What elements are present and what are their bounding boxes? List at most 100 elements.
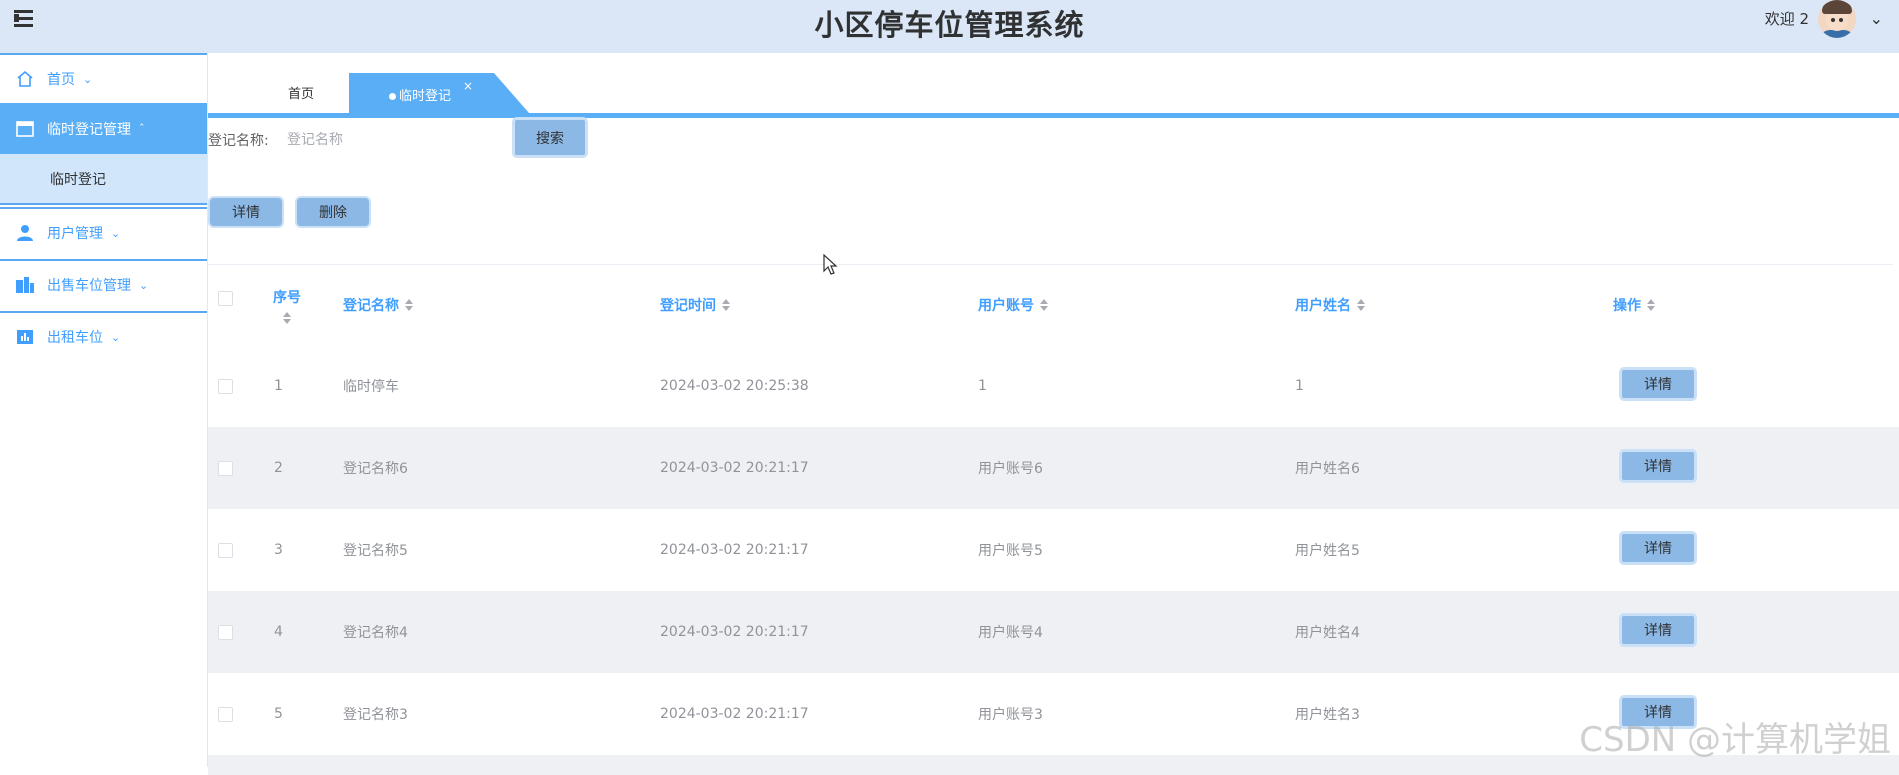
table-row: 1 临时停车 2024-03-02 20:25:38 1 1 详情 bbox=[208, 345, 1899, 427]
table-row: 3 登记名称5 2024-03-02 20:21:17 用户账号5 用户姓名5 … bbox=[208, 509, 1899, 591]
column-header-action[interactable]: 操作 bbox=[1613, 265, 1655, 345]
chart-icon bbox=[15, 327, 35, 347]
column-header-label: 用户账号 bbox=[978, 298, 1034, 314]
column-header-time[interactable]: 登记时间 bbox=[660, 265, 730, 345]
cell-username: 用户姓名5 bbox=[1295, 543, 1360, 559]
cell-index: 3 bbox=[274, 542, 283, 558]
cell-name: 登记名称5 bbox=[343, 543, 408, 559]
sidebar-item-label: 出租车位 bbox=[47, 330, 103, 346]
cell-index: 5 bbox=[274, 706, 283, 722]
sort-icon[interactable] bbox=[722, 299, 730, 311]
sidebar-item-sale-parking-mgmt[interactable]: 出售车位管理 ⌄ bbox=[0, 259, 207, 309]
top-header: 小区停车位管理系统 欢迎 2 ⌄ bbox=[0, 0, 1899, 53]
cell-account: 用户账号6 bbox=[978, 461, 1043, 477]
sidebar-item-home[interactable]: 首页 ⌄ bbox=[0, 53, 207, 103]
chevron-down-icon: ⌄ bbox=[111, 330, 121, 344]
cell-time: 2024-03-02 20:25:38 bbox=[660, 378, 809, 394]
table-row: 4 登记名称4 2024-03-02 20:21:17 用户账号4 用户姓名4 … bbox=[208, 591, 1899, 673]
column-header-label: 序号 bbox=[273, 289, 301, 306]
tab-home[interactable]: 首页 bbox=[288, 83, 314, 102]
row-detail-button[interactable]: 详情 bbox=[1619, 367, 1697, 401]
column-header-name[interactable]: 登记名称 bbox=[343, 265, 413, 345]
sidebar-item-user-mgmt[interactable]: 用户管理 ⌄ bbox=[0, 207, 207, 257]
search-input[interactable] bbox=[285, 124, 509, 156]
column-header-label: 登记名称 bbox=[343, 298, 399, 314]
chevron-down-icon: ⌄ bbox=[83, 72, 93, 86]
row-checkbox[interactable] bbox=[218, 707, 233, 722]
cell-time: 2024-03-02 20:21:17 bbox=[660, 460, 809, 476]
avatar[interactable] bbox=[1818, 0, 1856, 38]
cell-account: 用户账号4 bbox=[978, 625, 1043, 641]
tab-bar: 首页 临时登记 × bbox=[208, 53, 1899, 119]
folder-icon bbox=[15, 119, 35, 139]
detail-button[interactable]: 详情 bbox=[208, 196, 284, 228]
cell-username: 用户姓名4 bbox=[1295, 625, 1360, 641]
cell-name: 登记名称3 bbox=[343, 707, 408, 723]
sort-icon[interactable] bbox=[1647, 299, 1655, 311]
column-header-index[interactable]: 序号 bbox=[273, 265, 301, 345]
app-title: 小区停车位管理系统 bbox=[814, 8, 1085, 42]
sidebar-item-label: 临时登记管理 bbox=[47, 121, 131, 138]
sidebar-item-label: 用户管理 bbox=[47, 226, 103, 242]
search-button[interactable]: 搜索 bbox=[512, 117, 588, 158]
cell-name: 登记名称6 bbox=[343, 461, 408, 477]
sidebar: 首页 ⌄ 临时登记管理 ˆ 临时登记 用户管理 ⌄ 出售车位管理 ⌄ 出租车位 … bbox=[0, 53, 208, 767]
cell-username: 1 bbox=[1295, 378, 1304, 394]
sidebar-item-label: 出售车位管理 bbox=[47, 278, 131, 294]
cell-account: 用户账号5 bbox=[978, 543, 1043, 559]
column-header-label: 登记时间 bbox=[660, 298, 716, 314]
row-detail-button[interactable]: 详情 bbox=[1619, 449, 1697, 483]
cell-account: 用户账号3 bbox=[978, 707, 1043, 723]
sidebar-subitem-temp-registration[interactable]: 临时登记 bbox=[0, 154, 207, 205]
sort-icon[interactable] bbox=[283, 311, 291, 324]
cell-time: 2024-03-02 20:21:17 bbox=[660, 706, 809, 722]
cell-index: 1 bbox=[274, 378, 283, 394]
column-header-label: 操作 bbox=[1613, 298, 1641, 314]
building-icon bbox=[15, 275, 35, 295]
user-dropdown-chevron-icon[interactable]: ⌄ bbox=[1870, 9, 1883, 28]
row-detail-button[interactable]: 详情 bbox=[1619, 613, 1697, 647]
sort-icon[interactable] bbox=[405, 299, 413, 311]
row-checkbox[interactable] bbox=[218, 379, 233, 394]
delete-button[interactable]: 删除 bbox=[295, 196, 371, 228]
row-detail-button[interactable]: 详情 bbox=[1619, 531, 1697, 565]
row-checkbox[interactable] bbox=[218, 625, 233, 640]
column-header-username[interactable]: 用户姓名 bbox=[1295, 265, 1365, 345]
sidebar-item-temp-registration-mgmt[interactable]: 临时登记管理 ˆ bbox=[0, 103, 207, 154]
search-label: 登记名称: bbox=[208, 133, 269, 149]
row-checkbox[interactable] bbox=[218, 461, 233, 476]
cell-index: 2 bbox=[274, 460, 283, 476]
sidebar-item-label: 首页 bbox=[47, 72, 75, 88]
home-icon bbox=[15, 69, 35, 89]
user-icon bbox=[15, 223, 35, 243]
tab-temp-registration[interactable]: 临时登记 × bbox=[349, 73, 529, 113]
table-header: 序号 登记名称 登记时间 用户账号 用户姓名 操作 bbox=[208, 265, 1899, 345]
row-checkbox[interactable] bbox=[218, 543, 233, 558]
data-table: 序号 登记名称 登记时间 用户账号 用户姓名 操作 1 临时停车 2024-03… bbox=[208, 265, 1899, 775]
cell-account: 1 bbox=[978, 378, 987, 394]
sort-icon[interactable] bbox=[1040, 299, 1048, 311]
tab-label: 临时登记 bbox=[399, 89, 452, 104]
cell-time: 2024-03-02 20:21:17 bbox=[660, 624, 809, 640]
chevron-down-icon: ⌄ bbox=[139, 278, 149, 292]
chevron-down-icon: ⌄ bbox=[111, 226, 121, 240]
column-header-label: 用户姓名 bbox=[1295, 298, 1351, 314]
sidebar-subitem-label: 临时登记 bbox=[50, 171, 106, 188]
chevron-up-icon: ˆ bbox=[139, 122, 145, 135]
cell-name: 临时停车 bbox=[343, 379, 399, 395]
welcome-text: 欢迎 2 bbox=[1764, 10, 1809, 28]
table-row: 2 登记名称6 2024-03-02 20:21:17 用户账号6 用户姓名6 … bbox=[208, 427, 1899, 509]
cell-username: 用户姓名6 bbox=[1295, 461, 1360, 477]
tab-underline bbox=[208, 113, 1899, 118]
sort-icon[interactable] bbox=[1357, 299, 1365, 311]
sidebar-item-rental-parking[interactable]: 出租车位 ⌄ bbox=[0, 311, 207, 361]
select-all-checkbox[interactable] bbox=[218, 291, 233, 306]
watermark: CSDN @计算机学姐 bbox=[1579, 720, 1891, 760]
cell-index: 4 bbox=[274, 624, 283, 640]
cell-username: 用户姓名3 bbox=[1295, 707, 1360, 723]
close-icon[interactable]: × bbox=[463, 79, 473, 93]
cell-time: 2024-03-02 20:21:17 bbox=[660, 542, 809, 558]
column-header-account[interactable]: 用户账号 bbox=[978, 265, 1048, 345]
cell-name: 登记名称4 bbox=[343, 625, 408, 641]
active-dot-icon bbox=[389, 93, 396, 100]
